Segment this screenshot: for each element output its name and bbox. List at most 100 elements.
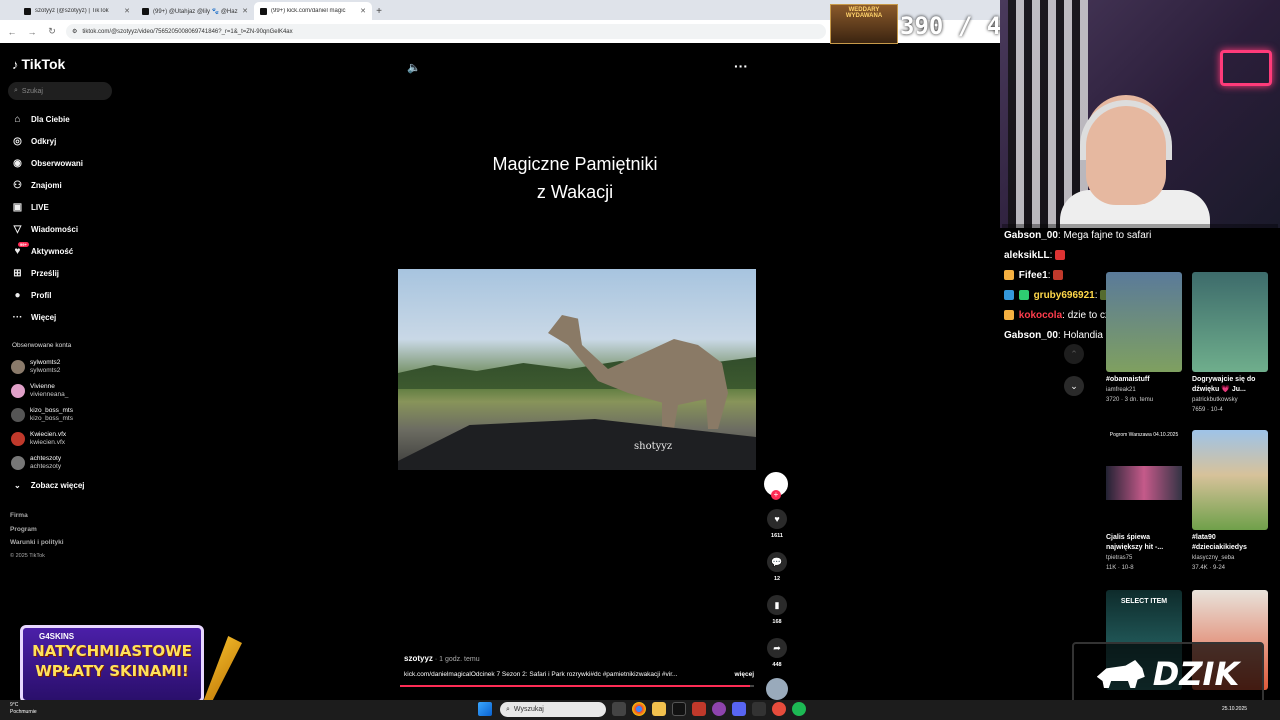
promo-line: WPŁATY SKINAMI! [35,662,189,680]
browser-tab-active[interactable]: (99+) kick.com/daniel magic ✕ [254,2,372,20]
stream-banner-graphic: WEDDARY WYDAWANA [830,4,898,44]
video-thumbnail[interactable]: Pogrom Warszawa 04.10.2025 [1106,430,1182,530]
video-progress-bar[interactable] [400,685,754,687]
weather-widget[interactable]: 9°C Pochmurnie [10,700,37,716]
chat-text: : [1094,290,1098,301]
previous-video-button[interactable]: ⌃ [1064,344,1084,364]
close-tab-icon[interactable]: ✕ [124,7,130,15]
friends-icon: ⚇ [13,179,22,191]
recommended-video[interactable]: #lata90 #dzieciakikiedys klasyczny_seba … [1192,430,1268,573]
account-name: kizo_boss_mts kizo_boss_mts [30,407,73,422]
chrome-icon[interactable] [632,702,646,716]
followed-accounts-list: sylwomts2 sylwomts2 Vivienne vivienneana_ki… [8,355,117,475]
app-icon[interactable] [772,702,786,716]
action-rail: + ♥ 1611 💬 12 ▮ 168 ➦ 448 [763,472,791,700]
volume-icon[interactable]: 🔈 [407,61,421,74]
video-clip[interactable]: shotyyz [398,269,756,470]
video-thumbnail[interactable] [1192,272,1268,372]
comment-action[interactable]: 💬 12 [763,552,791,582]
start-button-icon[interactable] [478,702,492,716]
app-icon[interactable] [672,702,686,716]
nav-item-following[interactable]: ◉ Obserwowani [8,152,117,174]
followed-account[interactable]: Kwiecien.vfx kwiecien.vfx [8,427,117,451]
followed-account[interactable]: sylwomts2 sylwomts2 [8,355,117,379]
caption-author[interactable]: szotyyz [404,654,433,663]
new-tab-button[interactable]: + [372,2,386,20]
video-thumbnail[interactable] [1106,272,1182,372]
author-avatar[interactable]: + [764,472,788,500]
footer-link[interactable]: Firma [10,509,117,523]
caption-author-line: szotyyz · 1 godz. temu [404,654,754,663]
badge-icon [1004,310,1014,321]
see-more-link[interactable]: więcej [734,671,754,678]
tiktok-favicon-icon [142,7,149,15]
inbox-icon: ▽ [13,223,22,235]
taskbar-date: 25.10.2025 [1222,706,1248,712]
more-options-icon[interactable]: ··· [734,58,748,74]
browser-tab[interactable]: (99+) @Utahjaz @lily 🐾 @Haz ✕ [136,2,254,20]
next-video-button[interactable]: ⌄ [1064,376,1084,396]
music-disc-icon[interactable] [766,678,788,700]
app-icon[interactable] [712,702,726,716]
recommended-video[interactable]: #obamaistuff iamfreak21 3720 · 3 dn. tem… [1106,272,1182,405]
search-input[interactable]: ⌕ Szukaj [8,82,112,100]
nav-item-for-you[interactable]: ⌂ Dla Ciebie [8,108,117,130]
url-text: tiktok.com/@szotyyz/video/75652050080697… [82,28,293,35]
save-count: 168 [772,619,782,625]
nav-item-profile[interactable]: ● Profil [8,284,117,306]
footer-link[interactable]: Program [10,523,117,537]
account-name: Vivienne vivienneana_ [30,383,69,398]
recommended-video[interactable]: Pogrom Warszawa 04.10.2025 Cjalis śpiewa… [1106,430,1182,573]
back-arrow-icon[interactable]: ← [6,27,18,37]
app-icon[interactable] [752,702,766,716]
see-more-label: Zobacz więcej [30,480,85,490]
nav-item-more[interactable]: ··· Więcej [8,306,117,328]
comment-icon[interactable]: 💬 [767,552,787,572]
followed-account[interactable]: Vivienne vivienneana_ [8,379,117,403]
account-handle: kizo_boss_mts [30,415,73,422]
spotify-icon[interactable] [792,702,806,716]
tiktok-logo[interactable]: ♪ TikTok [12,56,117,72]
url-field[interactable]: ⚙ tiktok.com/@szotyyz/video/756520500806… [66,24,826,39]
followed-account[interactable]: kizo_boss_mts kizo_boss_mts [8,403,117,427]
browser-tab[interactable]: szotyyz (@szotyyz) | TikTok ✕ [18,2,136,20]
like-action[interactable]: ♥ 1611 [763,509,791,539]
forward-arrow-icon[interactable]: → [26,27,38,37]
close-tab-icon[interactable]: ✕ [242,7,248,15]
nav-item-messages[interactable]: ▽ Wiadomości [8,218,117,240]
see-more-button[interactable]: ⌄ Zobacz więcej [8,475,117,495]
followed-account[interactable]: achteszoty achteszoty [8,451,117,475]
dzik-sponsor-logo: DZIK [1072,642,1264,706]
heart-icon[interactable]: ♥ [767,509,787,529]
close-tab-icon[interactable]: ✕ [360,7,366,15]
video-author: iamfreak21 [1106,387,1136,393]
nav-item-upload[interactable]: ⊞ Prześlij [8,262,117,284]
follow-plus-icon[interactable]: + [771,490,781,500]
account-name: achteszoty achteszoty [30,455,62,470]
site-info-icon[interactable]: ⚙ [72,28,77,35]
taskbar-search[interactable]: ⌕ Wyszukaj [500,702,606,717]
discord-icon[interactable] [732,702,746,716]
footer-link[interactable]: Warunki i polityki [10,536,117,550]
tiktok-favicon-icon [24,7,31,15]
nav-item-live[interactable]: ▣ LIVE [8,196,117,218]
nav-item-explore[interactable]: ◎ Odkryj [8,130,117,152]
weather-desc: Pochmurnie [10,709,37,715]
video-progress-fill [400,685,751,687]
share-icon[interactable]: ➦ [767,638,787,658]
nav-label: Obserwowani [31,158,84,168]
file-explorer-icon[interactable] [652,702,666,716]
save-action[interactable]: ▮ 168 [763,595,791,625]
nav-item-activity[interactable]: ♥ 99+ Aktywność [8,240,117,262]
reload-icon[interactable]: ↻ [46,26,58,37]
nav-label: Odkryj [31,136,57,146]
app-icon[interactable] [692,702,706,716]
share-action[interactable]: ➦ 448 [763,638,791,668]
recommended-video[interactable]: Dogrywajcie się do dźwięku 💗 Ju... patri… [1192,272,1268,415]
bookmark-icon[interactable]: ▮ [767,595,787,615]
compass-icon: ◎ [13,135,22,147]
video-thumbnail[interactable] [1192,430,1268,530]
task-view-icon[interactable] [612,702,626,716]
nav-item-friends[interactable]: ⚇ Znajomi [8,174,117,196]
neon-sign [1220,50,1272,86]
